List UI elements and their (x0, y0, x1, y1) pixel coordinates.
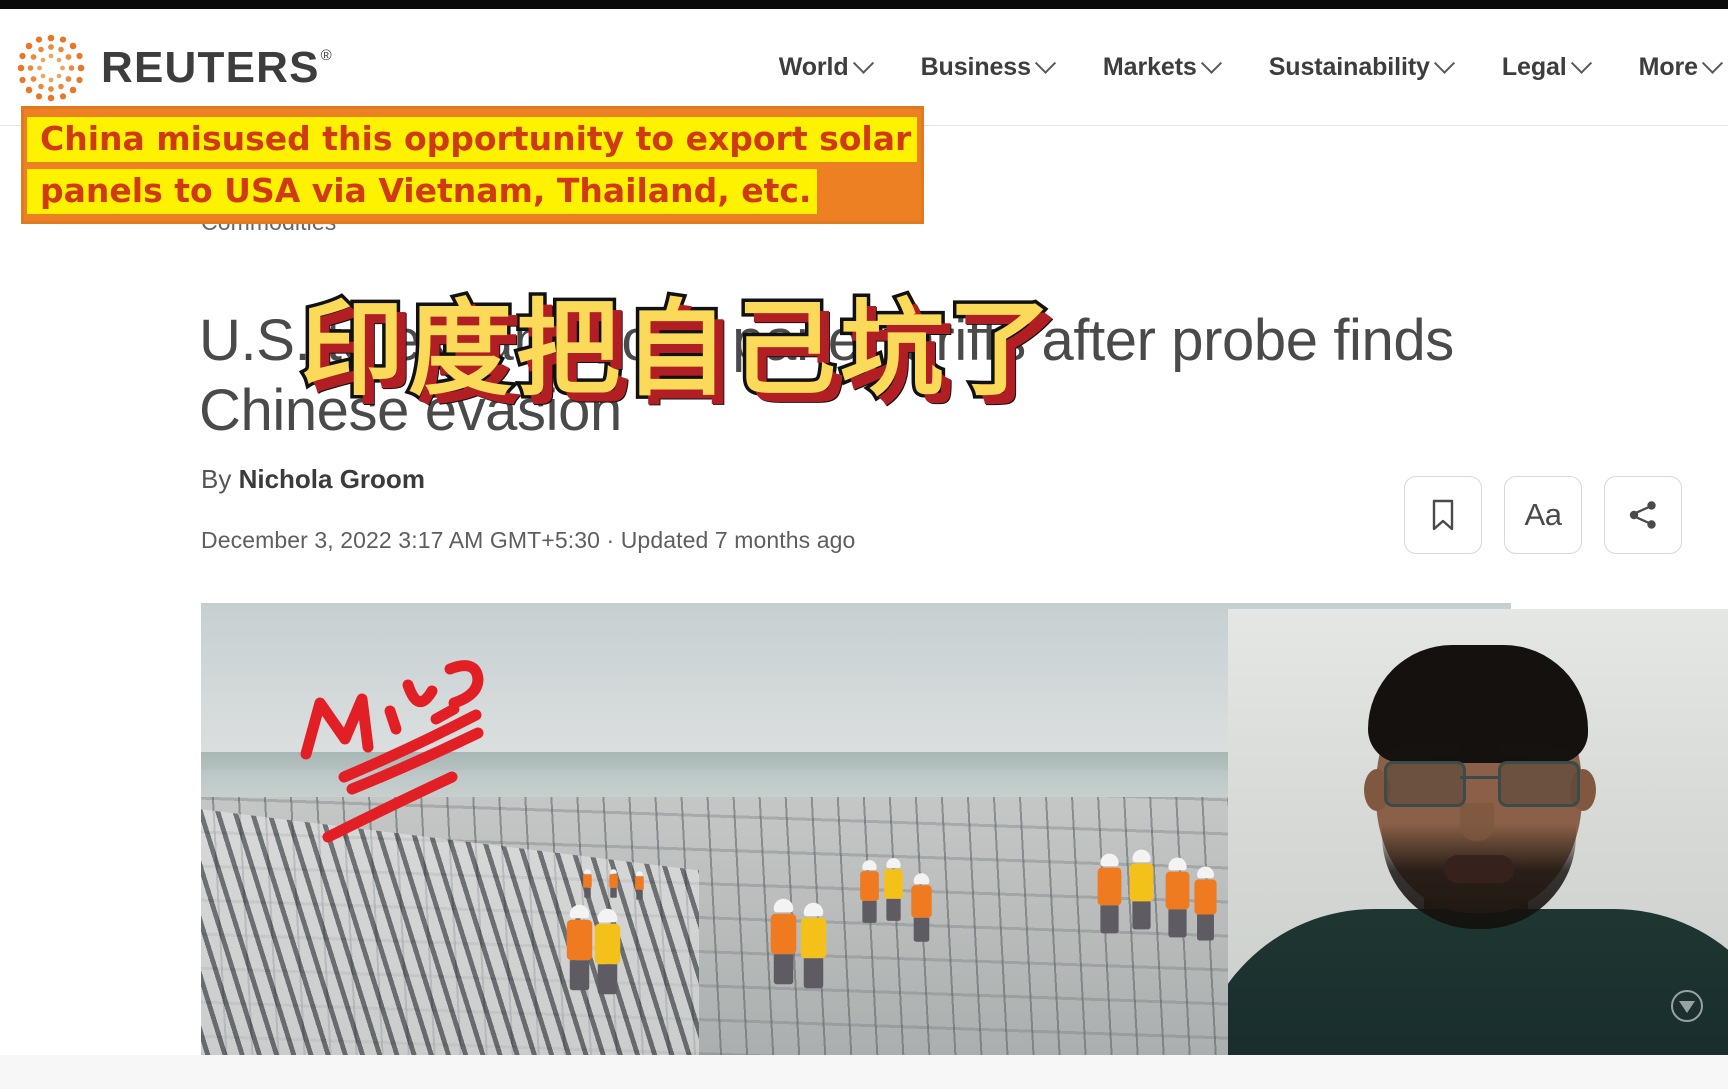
bookmark-icon (1432, 499, 1454, 531)
nav-item-sustainability[interactable]: Sustainability (1244, 52, 1477, 82)
chevron-down-icon (852, 52, 874, 74)
nav-label: Sustainability (1268, 53, 1430, 81)
reuters-wordmark: REUTERS® (101, 43, 332, 93)
worker-figure (609, 869, 618, 898)
worker-figure (884, 858, 903, 921)
worker-figure (635, 871, 644, 900)
presenter-mouth (1444, 855, 1514, 883)
share-button[interactable] (1604, 476, 1682, 554)
annotation-line-2: panels to USA via Vietnam, Thailand, etc… (27, 169, 818, 214)
nav-label: Legal (1501, 53, 1567, 81)
chinese-caption-overlay: 印度把自己坑了 (296, 288, 1057, 410)
worker-figure (800, 902, 827, 989)
annotation-line-1: China misused this opportunity to export… (27, 117, 918, 162)
byline-prefix: By (201, 464, 239, 494)
video-letterbox-top (0, 0, 1728, 9)
worker-figure (583, 869, 592, 898)
bookmark-button[interactable] (1404, 476, 1482, 554)
worker-figure (1097, 853, 1122, 934)
article-actions: Aa (1404, 476, 1682, 554)
annotation-banner: China misused this opportunity to export… (21, 106, 924, 224)
chevron-down-icon (1433, 52, 1455, 74)
nav-label: More (1638, 53, 1698, 81)
reuters-article-page: REUTERS® World Business Markets Sustaina… (0, 9, 1728, 1089)
worker-figure (860, 860, 879, 923)
presenter-hair (1368, 645, 1588, 763)
worker-figure (1165, 857, 1190, 938)
chevron-down-icon (1570, 52, 1592, 74)
nav-item-business[interactable]: Business (896, 52, 1078, 82)
worker-figure (566, 904, 593, 991)
nav-label: World (778, 53, 849, 81)
chevron-down-icon (1701, 52, 1724, 74)
brand-name-text: REUTERS (101, 43, 320, 92)
worker-figure (911, 873, 932, 942)
nav-item-legal[interactable]: Legal (1477, 52, 1614, 82)
reuters-logo[interactable]: REUTERS® (14, 31, 332, 105)
article-timestamp: December 3, 2022 3:17 AM GMT+5:30 · Upda… (201, 527, 856, 553)
app-watermark-icon (1670, 989, 1704, 1023)
author-name[interactable]: Nichola Groom (239, 464, 425, 494)
presenter-nose (1460, 803, 1494, 841)
nav-item-markets[interactable]: Markets (1078, 52, 1244, 82)
worker-figure (594, 908, 621, 995)
share-icon (1629, 501, 1656, 529)
text-size-button[interactable]: Aa (1504, 476, 1582, 554)
worker-figure (1194, 866, 1217, 941)
presenter-glasses-icon (1380, 761, 1580, 807)
chevron-down-icon (1034, 52, 1057, 74)
brand-trademark: ® (320, 47, 333, 65)
nav-item-world[interactable]: World (754, 52, 896, 82)
reuters-dots-logo-icon (14, 31, 88, 105)
main-navigation: World Business Markets Sustainability Le… (754, 52, 1728, 82)
worker-figure (770, 898, 797, 985)
nav-label: Business (920, 53, 1031, 81)
chevron-down-icon (1200, 52, 1222, 74)
nav-label: Markets (1102, 53, 1197, 81)
page-bottom-strip (0, 1055, 1728, 1089)
text-size-icon: Aa (1524, 497, 1562, 532)
presenter-webcam (1228, 609, 1728, 1089)
byline: By Nichola Groom (201, 464, 425, 495)
nav-item-more[interactable]: More (1614, 52, 1728, 82)
worker-figure (1129, 849, 1154, 930)
